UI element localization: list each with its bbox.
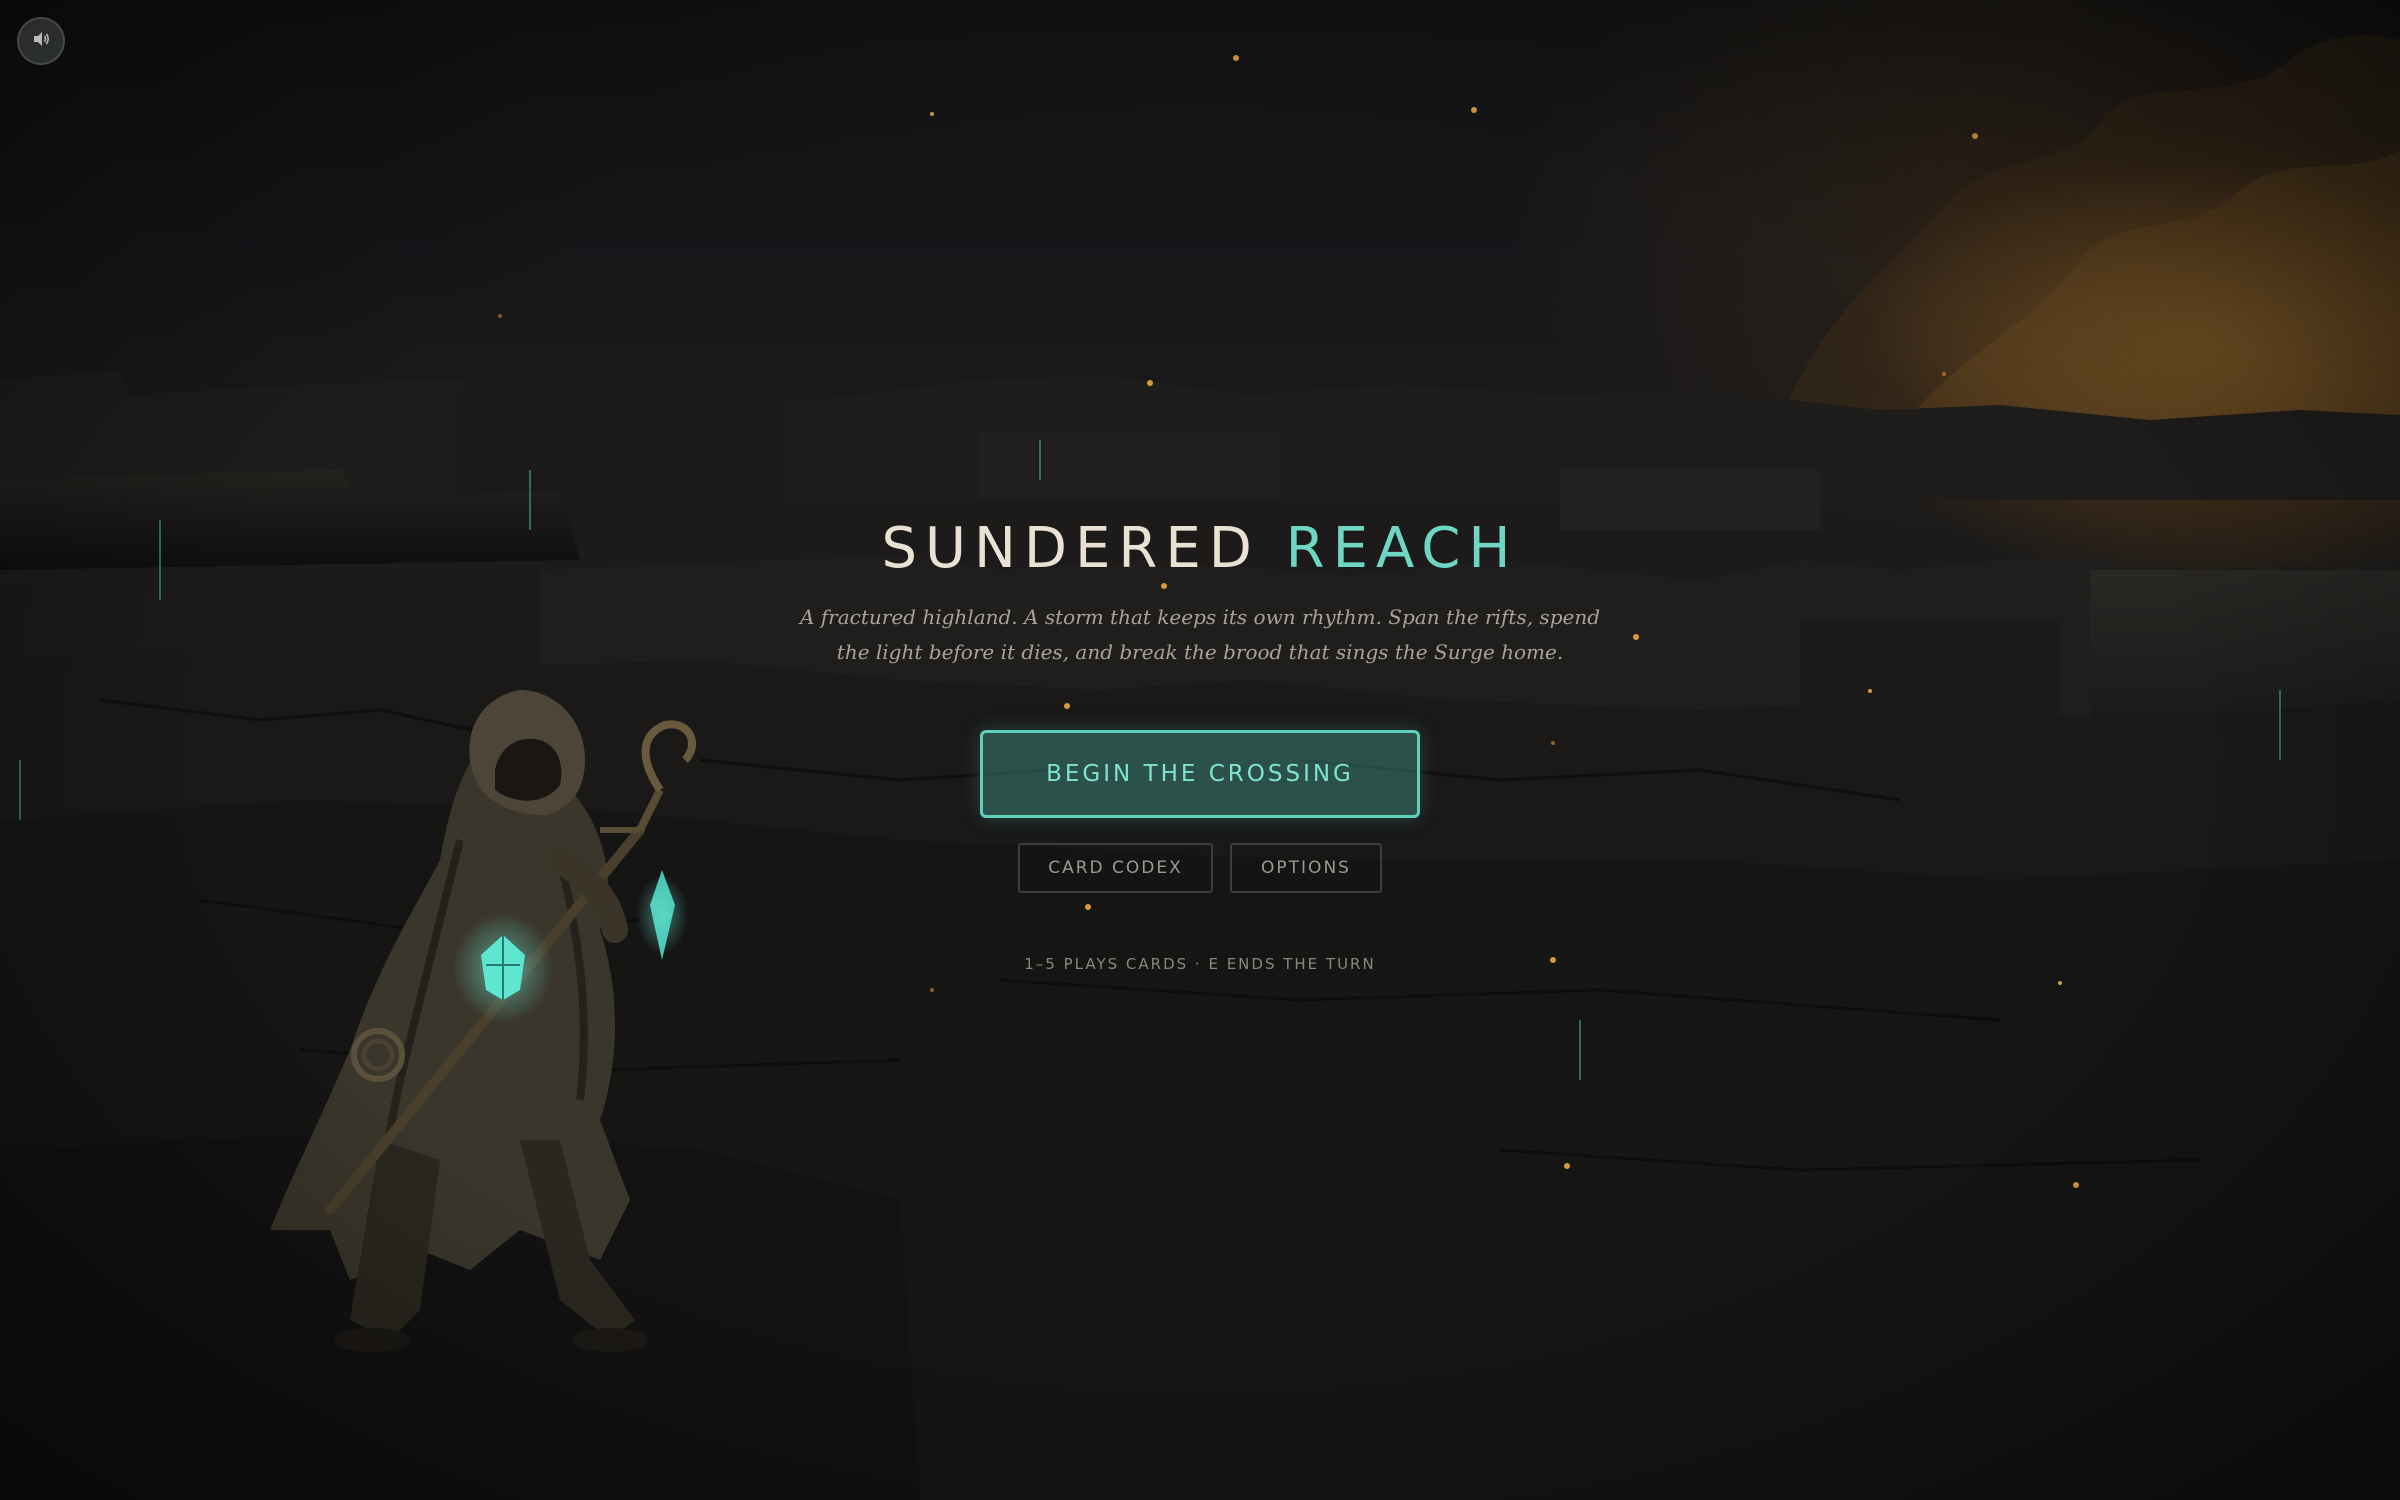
tagline-line-1: A fractured highland. A storm that keeps… <box>799 605 1601 629</box>
title-word-1: SUNDERED <box>881 516 1260 581</box>
controls-hint: 1–5 PLAYS CARDS · E ENDS THE TURN <box>1024 955 1376 973</box>
begin-crossing-button[interactable]: BEGIN THE CROSSING <box>980 730 1420 818</box>
tagline-line-2: the light before it dies, and break the … <box>836 640 1564 664</box>
game-title: SUNDERED REACH <box>0 516 2400 581</box>
tagline: A fractured highland. A storm that keeps… <box>780 600 1620 670</box>
sound-toggle-button[interactable] <box>17 17 65 65</box>
card-codex-button[interactable]: CARD CODEX <box>1018 843 1213 893</box>
title-word-2: REACH <box>1285 516 1519 581</box>
speaker-icon <box>31 29 51 53</box>
options-button[interactable]: OPTIONS <box>1230 843 1382 893</box>
